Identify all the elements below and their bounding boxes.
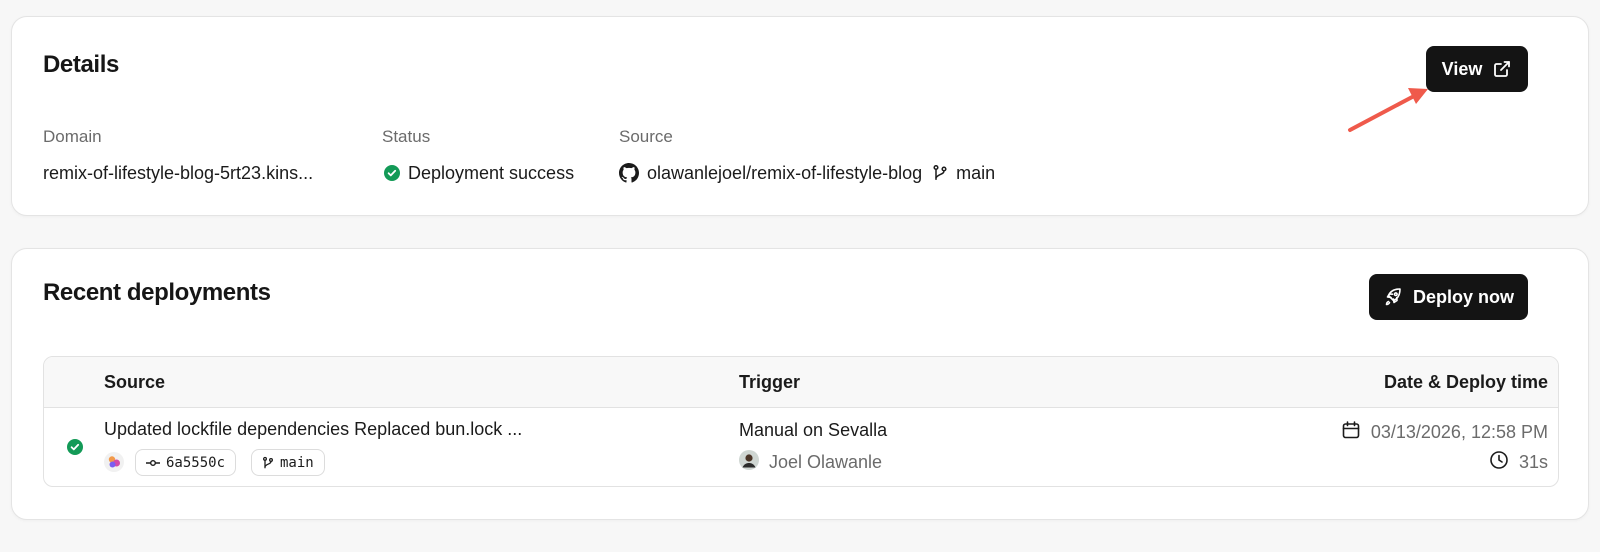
git-branch-icon: [932, 164, 948, 182]
avatar: [739, 450, 759, 475]
commit-message[interactable]: Updated lockfile dependencies Replaced b…: [104, 419, 522, 440]
deploy-now-label: Deploy now: [1412, 286, 1514, 307]
status-value: Deployment success: [384, 161, 574, 185]
deployments-title: Recent deployments: [43, 279, 271, 306]
app-logo-icon: [104, 452, 124, 477]
column-source: Source: [104, 372, 166, 392]
deploy-now-button[interactable]: Deploy now: [1369, 274, 1528, 320]
details-title: Details: [43, 51, 119, 78]
status-text: Deployment success: [408, 162, 575, 183]
column-date: Date & Deploy time: [1383, 372, 1548, 392]
external-link-icon: [1492, 59, 1512, 79]
deploy-date: 03/13/2026, 12:58 PM: [1341, 420, 1548, 445]
check-circle-icon: [384, 165, 400, 181]
trigger-text: Manual on Sevalla: [739, 420, 888, 440]
check-circle-icon: [67, 439, 83, 460]
source-branch: main: [956, 162, 996, 183]
deployments-table: Source Trigger Date & Deploy time Update…: [43, 356, 1559, 487]
duration-text: 31s: [1518, 452, 1548, 472]
calendar-icon: [1341, 420, 1361, 445]
details-card: Details View Domain remix-of-lifestyle-b…: [11, 16, 1589, 216]
domain-value[interactable]: remix-of-lifestyle-blog-5rt23.kins...: [43, 161, 313, 185]
user-name: Joel Olawanle: [769, 452, 883, 472]
deployments-card: Recent deployments Deploy now Source Tri…: [11, 248, 1589, 520]
table-row[interactable]: Updated lockfile dependencies Replaced b…: [44, 408, 1558, 486]
github-icon: [619, 163, 639, 183]
commit-hash-chip[interactable]: 6a5550c: [135, 449, 237, 476]
table-header: Source Trigger Date & Deploy time: [44, 357, 1558, 408]
branch-name: main: [280, 454, 314, 471]
domain-link[interactable]: remix-of-lifestyle-blog-5rt23.kins...: [43, 163, 313, 184]
git-branch-icon: [262, 456, 274, 470]
branch-chip[interactable]: main: [251, 449, 325, 476]
deploy-duration: 31s: [1489, 450, 1548, 475]
clock-icon: [1489, 450, 1509, 475]
source-label: Source: [619, 127, 673, 146]
domain-label: Domain: [43, 127, 102, 146]
source-value: olawanlejoel/remix-of-lifestyle-blog mai…: [619, 161, 995, 185]
commit-hash: 6a5550c: [166, 454, 226, 471]
date-text: 03/13/2026, 12:58 PM: [1370, 422, 1548, 442]
status-label: Status: [382, 127, 431, 146]
view-button[interactable]: View: [1426, 46, 1528, 92]
view-button-label: View: [1441, 58, 1483, 79]
source-repo-link[interactable]: olawanlejoel/remix-of-lifestyle-blog: [647, 163, 922, 184]
git-commit-icon: [146, 458, 160, 468]
column-trigger: Trigger: [739, 372, 801, 392]
annotation-arrow: [1348, 88, 1428, 132]
trigger-user: Joel Olawanle: [739, 450, 882, 475]
rocket-icon: [1383, 287, 1403, 307]
